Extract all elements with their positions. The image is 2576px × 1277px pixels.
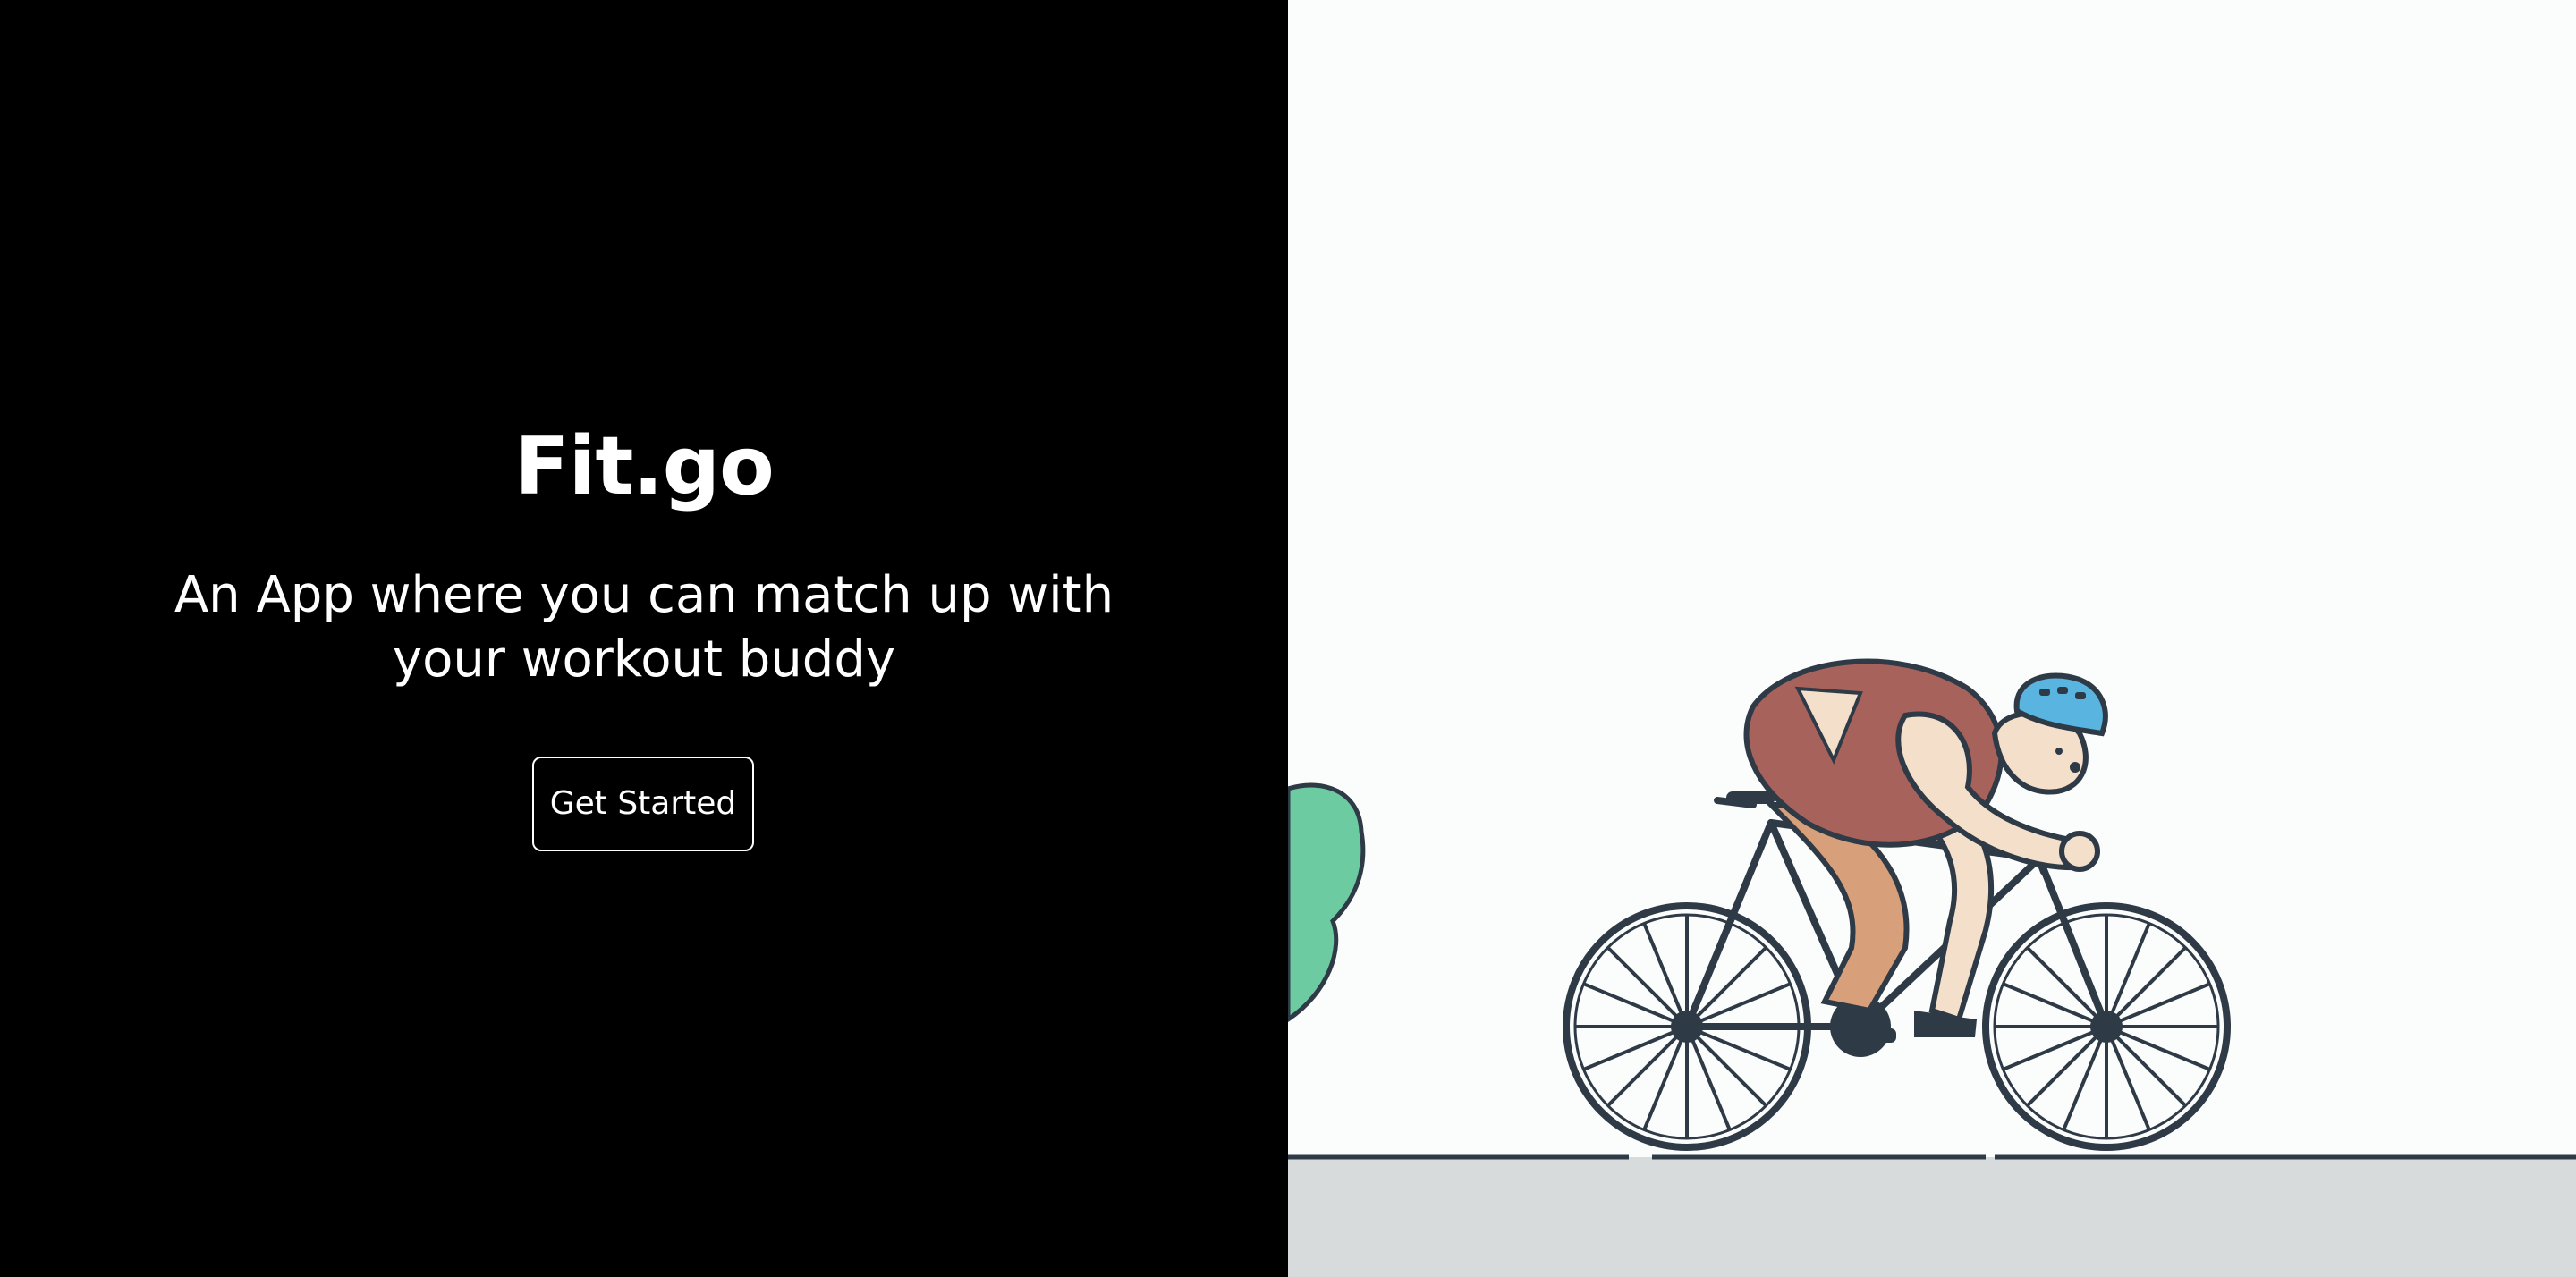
wheel-spoke <box>2026 946 2108 1028</box>
bush <box>1288 782 1366 1023</box>
hero-panel: Fit.go An App where you can match up wit… <box>0 0 1288 1277</box>
wheel-spoke <box>1685 1025 1767 1107</box>
rider-eye <box>2055 748 2063 755</box>
wheel-spoke <box>2026 1025 2108 1107</box>
cyclist-illustration <box>1288 658 2576 1277</box>
rider-mouth <box>2070 762 2080 773</box>
wheel-spoke <box>1606 1025 1689 1107</box>
landing-page: Fit.go An App where you can match up wit… <box>0 0 2576 1277</box>
ground <box>1288 1157 2576 1277</box>
brand-title: Fit.go <box>514 419 775 513</box>
tagline: An App where you can match up with your … <box>174 566 1114 689</box>
wheel-spoke <box>2105 946 2187 1028</box>
wheel-spoke <box>1606 946 1689 1028</box>
wheel-spoke <box>1685 946 1767 1028</box>
wheel-spoke <box>2105 1025 2187 1107</box>
saddle <box>1726 791 1775 804</box>
get-started-button[interactable]: Get Started <box>532 757 754 851</box>
pedal <box>1843 1028 1896 1043</box>
rider-hand <box>2059 831 2100 872</box>
illustration-panel <box>1288 0 2576 1277</box>
